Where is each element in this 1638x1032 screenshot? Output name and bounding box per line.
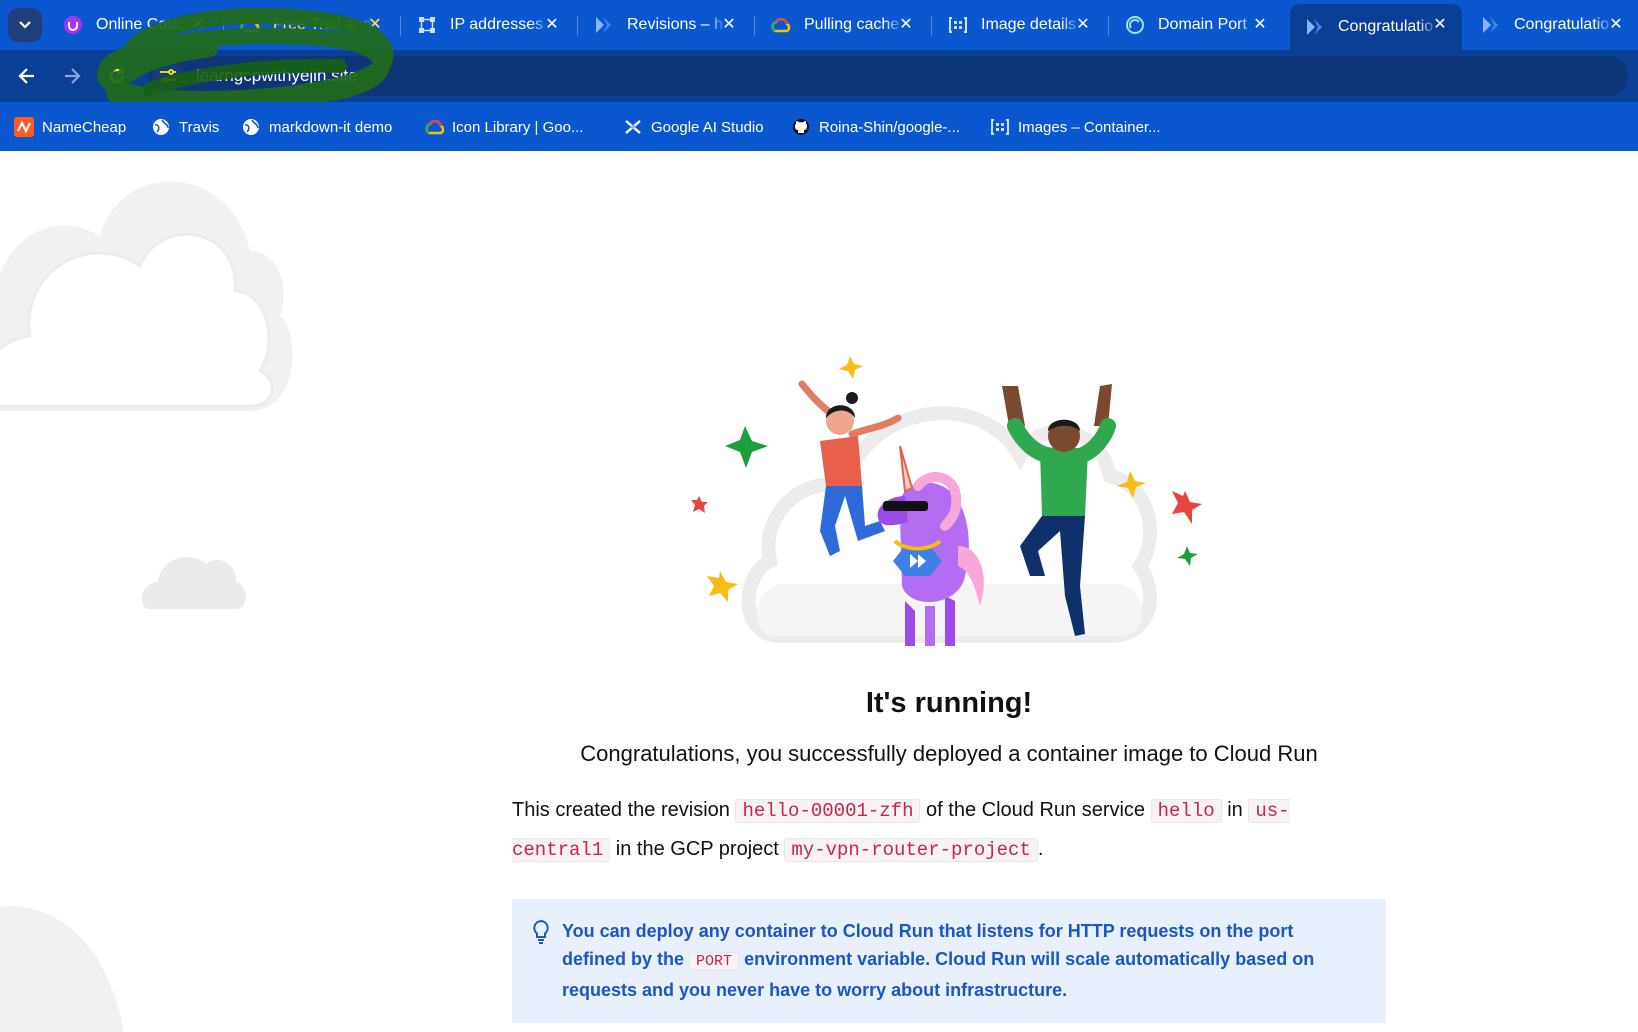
service-code: hello [1150, 799, 1222, 823]
artifact-registry-icon [990, 117, 1010, 137]
toolbar: learngcpwithyejin.site [0, 50, 1638, 102]
cloud-run-icon [1304, 16, 1326, 38]
tab-image-details[interactable]: Image details ✕ [933, 6, 1105, 44]
bookmark-label: Travis [179, 118, 220, 136]
text-fragment: of the Cloud Run service [926, 799, 1146, 821]
bookmark-label: Google AI Studio [651, 118, 764, 136]
revision-description: This created the revision hello-00001-zf… [512, 791, 1312, 869]
network-icon [416, 14, 438, 36]
port-code: PORT [689, 952, 740, 971]
tune-icon [160, 69, 176, 83]
github-icon [791, 117, 811, 137]
project-code: my-vpn-router-project [784, 838, 1038, 862]
page-content: It's running! Congratulations, you succe… [0, 151, 1638, 1032]
close-icon[interactable]: ✕ [188, 15, 208, 35]
info-callout: You can deploy any container to Cloud Ru… [512, 899, 1386, 1023]
bookmark-google-ai-studio[interactable]: Google AI Studio [623, 116, 764, 138]
cloud-run-icon [593, 14, 615, 36]
address-bar[interactable]: learngcpwithyejin.site [148, 56, 1628, 96]
tab-title: Pulling cache [804, 16, 900, 33]
tab-title: Image details [981, 16, 1077, 33]
ai-studio-icon [623, 117, 643, 137]
reload-button[interactable] [100, 59, 134, 93]
chevron-down-icon [19, 21, 31, 29]
site-info-button[interactable] [152, 60, 184, 92]
background-cloud-small [141, 556, 246, 609]
tab-domain-port[interactable]: Domain Port ✕ [1110, 6, 1282, 44]
bookmarks-bar: NameCheap Travis markdown-it demo Icon L… [0, 102, 1638, 151]
tab-title: IP addresses [450, 16, 544, 33]
tab-congratulations-active[interactable]: Congratulatio ✕ [1290, 4, 1462, 50]
bookmark-github[interactable]: Roina-Shin/google-... [791, 116, 960, 138]
lightbulb-icon [533, 919, 549, 944]
google-cloud-icon [770, 14, 792, 36]
close-icon[interactable]: ✕ [1073, 15, 1093, 35]
udemy-icon [62, 14, 84, 36]
reload-icon [109, 68, 125, 84]
browser-chrome: Online Cours ✕ Free Trial and ✕ IP addre… [0, 0, 1638, 151]
tab-ip-addresses[interactable]: IP addresses ✕ [402, 6, 574, 44]
url-text: learngcpwithyejin.site [196, 66, 358, 85]
bookmark-markdown-it[interactable]: markdown-it demo [241, 116, 392, 138]
background-cloud-bottom [0, 906, 124, 1032]
bookmark-label: Roina-Shin/google-... [819, 118, 960, 136]
tab-online-courses[interactable]: Online Cours ✕ [48, 6, 220, 44]
arrow-right-icon [65, 68, 81, 84]
bookmark-label: Icon Library | Goo... [452, 118, 584, 136]
tab-revisions[interactable]: Revisions – h ✕ [579, 6, 751, 44]
bookmark-label: NameCheap [42, 118, 127, 136]
callout-text: You can deploy any container to Cloud Ru… [562, 917, 1362, 1004]
tab-title: Domain Port [1158, 16, 1247, 33]
tab-title: Congratulatio [1338, 18, 1434, 35]
globe-icon [241, 117, 261, 137]
artifact-registry-icon [947, 14, 969, 36]
page-subheading: Congratulations, you successfully deploy… [580, 741, 1318, 766]
tab-congratulations[interactable]: Congratulatio ✕ [1466, 6, 1638, 44]
background-cloud-large [0, 181, 293, 411]
close-icon[interactable]: ✕ [542, 15, 562, 35]
tab-title: Congratulatio [1514, 16, 1610, 33]
bookmark-namecheap[interactable]: NameCheap [14, 116, 126, 138]
namecheap-icon [14, 117, 34, 137]
google-cloud-icon [424, 117, 444, 137]
text-fragment: in [1227, 799, 1243, 821]
text-fragment: This created the revision [512, 799, 730, 821]
back-button[interactable] [10, 59, 44, 93]
cloud-run-icon [1480, 14, 1502, 36]
bookmark-label: Images – Container... [1018, 118, 1161, 136]
close-icon[interactable]: ✕ [1430, 15, 1450, 35]
close-icon[interactable]: ✕ [365, 15, 385, 35]
bookmark-images-container[interactable]: Images – Container... [990, 116, 1161, 138]
close-icon[interactable]: ✕ [896, 15, 916, 35]
close-icon[interactable]: ✕ [1606, 15, 1626, 35]
tab-pulling-cache[interactable]: Pulling cache ✕ [756, 6, 928, 44]
bookmark-icon-library[interactable]: Icon Library | Goo... [424, 116, 583, 138]
page-heading: It's running! [865, 687, 1033, 719]
globe-icon [151, 117, 171, 137]
google-cloud-icon [239, 14, 261, 36]
tab-title: Revisions – h [627, 16, 724, 33]
tab-search-button[interactable] [8, 8, 42, 42]
tab-title: Free Trial and [273, 16, 372, 33]
tab-strip: Online Cours ✕ Free Trial and ✕ IP addre… [0, 0, 1638, 50]
celebration-illustration [691, 356, 1202, 646]
bookmark-label: markdown-it demo [269, 118, 393, 136]
tab-title: Online Cours [96, 16, 190, 33]
bookmark-travis[interactable]: Travis [151, 116, 219, 138]
domain-icon [1124, 14, 1146, 36]
revision-code: hello-00001-zfh [735, 799, 921, 823]
forward-button[interactable] [55, 59, 89, 93]
arrow-left-icon [18, 68, 34, 84]
close-icon[interactable]: ✕ [719, 15, 739, 35]
close-icon[interactable]: ✕ [1250, 15, 1270, 35]
text-fragment: . [1037, 838, 1044, 860]
tab-free-trial[interactable]: Free Trial and ✕ [225, 6, 397, 44]
text-fragment: in the GCP project [615, 838, 779, 860]
